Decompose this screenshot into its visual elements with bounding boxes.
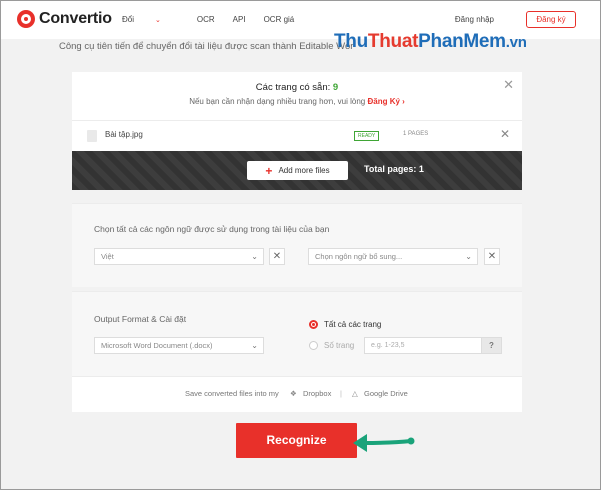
watermark: ThuThuatPhanMem.vn: [334, 31, 527, 52]
output-label: Output Format & Cài đặt: [94, 314, 187, 324]
radio-unselected-icon: [309, 341, 318, 350]
page-numbers-radio[interactable]: Số trang: [309, 341, 354, 350]
clear-secondary-language-button[interactable]: ✕: [484, 248, 500, 265]
chevron-down-icon: ⌄: [465, 252, 472, 261]
chevron-down-icon: ⌄: [251, 252, 258, 261]
file-row: Bài tập.jpg READY 1 PAGES ✕: [72, 120, 522, 150]
convertio-logo-icon: [17, 10, 35, 28]
file-pages: 1 PAGES: [403, 131, 429, 137]
output-format-select[interactable]: Microsoft Word Document (.docx) ⌄: [94, 337, 264, 354]
status-badge: READY: [354, 131, 380, 141]
total-pages: Total pages: 1: [364, 164, 424, 174]
plus-icon: +: [265, 163, 273, 178]
upload-card: Các trang có sẵn: 9 Nếu bạn cần nhận dạn…: [72, 72, 522, 190]
upload-action-bar: + Add more files Total pages: 1: [72, 151, 522, 190]
available-pages: Các trang có sẵn: 9: [255, 82, 339, 93]
google-drive-link[interactable]: Google Drive: [364, 389, 408, 398]
page-tagline: Công cụ tiên tiến để chuyển đổi tài liệu…: [59, 41, 354, 52]
clear-primary-language-button[interactable]: ✕: [269, 248, 285, 265]
upgrade-note: Nếu bạn cần nhận dạng nhiều trang hơn, v…: [189, 97, 405, 106]
help-icon[interactable]: ?: [481, 337, 502, 354]
dropbox-icon: ❖: [290, 389, 297, 398]
nav-ocr[interactable]: OCR: [197, 15, 215, 24]
file-icon: [87, 130, 97, 142]
main-nav: Đổi ⌄ OCR API OCR giá: [122, 15, 312, 24]
language-label: Chọn tất cả các ngôn ngữ được sử dụng tr…: [94, 224, 330, 234]
chevron-down-icon: ⌄: [251, 341, 258, 350]
login-link[interactable]: Đăng nhập: [455, 15, 494, 24]
nav-convert[interactable]: Đổi ⌄: [122, 15, 179, 24]
output-panel: Output Format & Cài đặt Microsoft Word D…: [72, 291, 522, 412]
divider: |: [340, 389, 342, 398]
chevron-down-icon: ⌄: [155, 17, 161, 24]
nav-ocr-pricing[interactable]: OCR giá: [264, 15, 295, 24]
nav-api[interactable]: API: [233, 15, 246, 24]
add-more-files-button[interactable]: + Add more files: [247, 161, 348, 180]
all-pages-radio[interactable]: Tất cả các trang: [309, 320, 381, 329]
remove-file-icon[interactable]: ✕: [500, 127, 510, 141]
radio-selected-icon: [309, 320, 318, 329]
secondary-language-select[interactable]: Chọn ngôn ngữ bổ sung... ⌄: [308, 248, 478, 265]
save-text: Save converted files into my: [185, 389, 279, 398]
app-window: Convertio Đổi ⌄ OCR API OCR giá Đăng nhập…: [0, 0, 601, 490]
primary-language-select[interactable]: Việt ⌄: [94, 248, 264, 265]
save-to-cloud-row: Save converted files into my ❖ Dropbox |…: [72, 376, 522, 412]
language-panel: Chọn tất cả các ngôn ngữ được sử dụng tr…: [72, 203, 522, 287]
logo[interactable]: Convertio: [17, 10, 112, 28]
recognize-button[interactable]: Recognize: [236, 423, 357, 458]
file-name: Bài tập.jpg: [105, 130, 143, 139]
signup-link[interactable]: Đăng Ký ›: [367, 97, 404, 106]
pointer-arrow-icon: [353, 434, 415, 452]
logo-text: Convertio: [39, 10, 112, 27]
signup-button[interactable]: Đăng ký: [526, 11, 576, 28]
dropbox-link[interactable]: Dropbox: [303, 389, 331, 398]
google-drive-icon: △: [352, 389, 358, 398]
close-icon[interactable]: ✕: [503, 77, 514, 93]
